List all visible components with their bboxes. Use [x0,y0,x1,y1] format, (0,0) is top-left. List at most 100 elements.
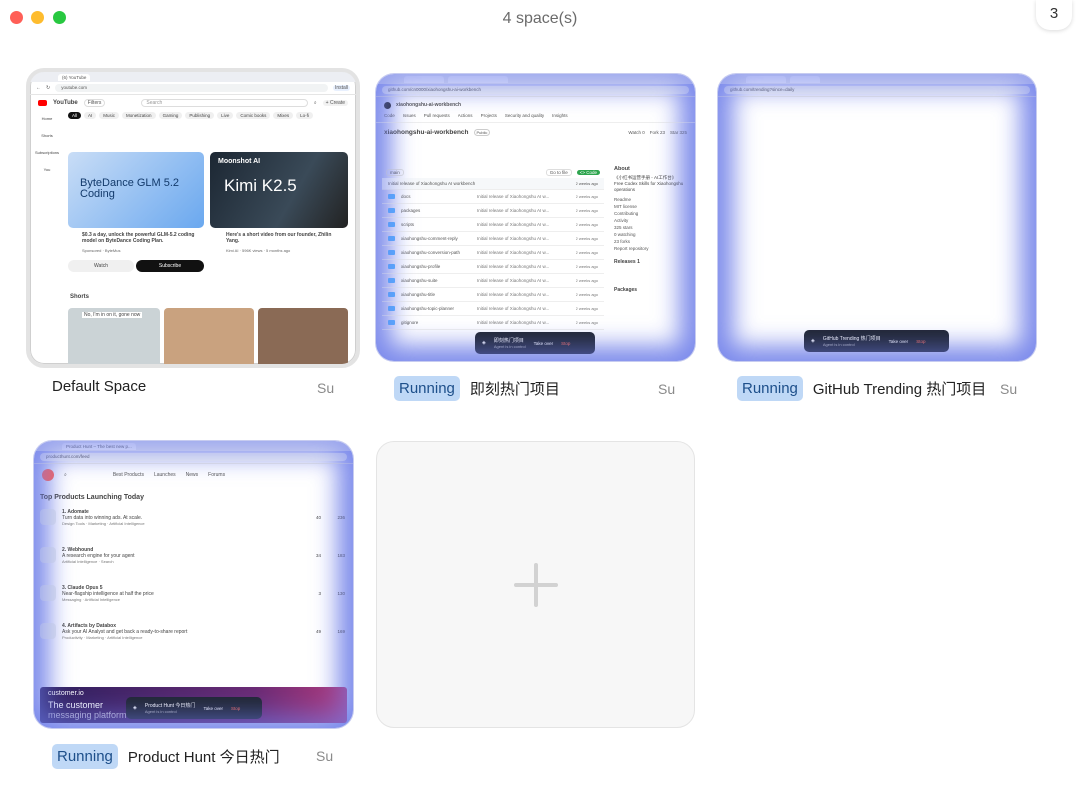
youtube-logo-icon [38,100,47,106]
space-label-jike: Running 即刻热门项目 [394,376,560,401]
repo-breadcrumb: xiaohongshu-ai-workbench [396,102,462,108]
ph-nav-item: Launches [153,472,176,478]
space-user: Su [1000,381,1018,397]
about-link: 0 watching [614,232,636,237]
address-bar: github.com/trending?since=daily [724,86,1030,94]
yt-sidebar: Home Shorts Subscriptions You [35,116,60,172]
product-name: 2. Webhound [62,547,94,553]
overlay-status: Agent is in control [144,709,177,714]
product-tags: Design Tools · Marketing · Artificial In… [62,521,145,526]
take-over-button[interactable]: Take over [534,341,554,346]
product-row: 3. Claude Opus 5 Near-flagship intelligen… [40,581,347,619]
agent-icon: ◈ [133,705,137,711]
file-name: scripts [401,222,415,227]
short-thumbnail [258,308,348,364]
yt-chip: All [68,112,82,119]
overlay-status: Agent is in control [493,344,526,349]
overlay-title: GitHub Trending 热门项目 [822,336,881,342]
space-card-default[interactable]: (6) YouTube ← ↻ youtube.com Install YouT… [26,68,360,368]
file-name: xiaohongshu-conversion-path [401,250,461,255]
yt-chip: Music [99,112,120,119]
short-thumbnail: No, I'm in on it, gone now [68,308,160,364]
file-name: xiaohongshu-title [401,292,436,297]
yt-sidebar-you: You [43,167,51,172]
space-label-default: Default Space [52,378,146,395]
take-over-button[interactable]: Take over [889,339,909,344]
product-logo [40,585,56,601]
agent-control-overlay: ◈ 即刻热门项目 Agent is in control Take over St… [475,332,595,354]
file-name: xiaohongshu-topic-planner [401,306,455,311]
visibility-badge: Public [473,128,491,136]
repo-nav-item: Insights [552,113,568,118]
stop-button[interactable]: Stop [231,706,240,711]
file-row: xiaohongshu-profile Initial release of Xi… [382,260,604,274]
file-commit: Initial release of Xiaohongshu AI w... [477,250,550,255]
file-row: packages Initial release of Xiaohongshu A… [382,204,604,218]
file-commit: Initial release of Xiaohongshu AI w... [477,320,550,325]
github-logo-icon [384,101,391,109]
yt-chip: Mixes [273,112,294,119]
new-space-button[interactable] [376,441,695,728]
address-bar: youtube.com [55,84,328,92]
address-bar: github.com/cn0000/xiaohongshu-ai-workben… [382,86,689,94]
youtube-preview: (6) YouTube ← ↻ youtube.com Install YouT… [30,72,356,364]
yt-chip: AI [84,112,97,119]
space-card-github-trending[interactable]: github.com/trending?since=daily ◈ GitHub… [718,74,1036,361]
watch-button: Watch 0 [628,129,645,135]
file-time: 2 weeks ago [575,292,598,297]
upvote-count: 236 [337,515,345,520]
folder-icon [388,292,395,297]
youtube-logo: YouTube [53,100,78,106]
product-name: 4. Artifacts by Databox [62,623,116,629]
browser-tab [746,75,786,83]
agent-icon: ◈ [482,340,486,346]
window-title: 4 space(s) [502,10,578,27]
overlay-status: Agent is in control [822,342,855,347]
about-link: MIT license [614,204,637,209]
video-meta: Kimi AI · 596K views · 5 months ago [226,248,291,253]
yt-chip: Comic books [236,112,271,119]
take-over-button[interactable]: Take over [203,706,223,711]
repo-nav-item: Pull requests [423,113,450,118]
ad-description: $0.3 a day, unlock the powerful GLM-5.2 … [82,232,195,244]
folder-icon [388,320,395,325]
ad-title: ByteDance GLM 5.2 Coding [80,177,180,200]
stop-button[interactable]: Stop [561,341,570,346]
kimi-thumb-title: Kimi K2.5 [224,176,297,195]
yt-sidebar-subscriptions: Subscriptions [35,150,60,155]
file-browser: main Go to file <> Code Initial release … [382,166,604,330]
space-card-product-hunt[interactable]: Product Hunt – The best new p... product… [34,441,353,728]
ph-nav-item: Best Products [112,472,144,478]
browser-tab [404,75,444,83]
overlay-title: Product Hunt 今日热门 [144,703,196,709]
notification-badge[interactable]: 3 [1036,0,1072,30]
product-row: 1. Adomate Turn data into winning ads. At… [40,505,347,543]
browser-tab: Product Hunt – The best new p... [62,442,136,450]
github-trending-preview: github.com/trending?since=daily ◈ GitHub… [718,74,1036,361]
overlay-title: 即刻热门项目 [493,338,524,344]
ad-thumbnail: ByteDance GLM 5.2 Coding [68,152,204,228]
agent-control-overlay: ◈ GitHub Trending 热门项目 Agent is in contro… [804,330,949,352]
file-row: gitignore Initial release of Xiaohongshu … [382,316,604,330]
about-link: Contributing [614,211,639,216]
packages-heading: Packages [614,287,638,293]
space-user: Su [317,380,335,396]
file-row: xiaohongshu-comment-reply Initial release… [382,232,604,246]
search-input: Search [141,99,308,107]
repo-nav: Code Issues Pull requests Actions Projec… [376,113,695,123]
product-row: 4. Artifacts by Databox Ask your AI Analy… [40,619,347,657]
ph-nav-item: Forums [208,472,226,478]
yt-chip: Live [217,112,234,119]
upvote-count: 130 [337,591,345,596]
about-description: 《小红书运营手册 - AI工作台》 Free Codex Skills for … [614,175,684,192]
running-badge: Running [394,376,460,401]
repo-nav-item: Issues [402,113,416,118]
file-commit: Initial release of Xiaohongshu AI w... [477,278,550,283]
stop-button[interactable]: Stop [916,339,925,344]
releases-heading: Releases 1 [614,259,640,265]
folder-icon [388,236,395,241]
ph-heading: Top Products Launching Today [40,494,144,501]
repo-nav-item: Code [384,113,395,118]
kimi-thumb-top: Moonshot AI [218,158,261,165]
space-card-jike[interactable]: github.com/cn0000/xiaohongshu-ai-workben… [376,74,695,361]
